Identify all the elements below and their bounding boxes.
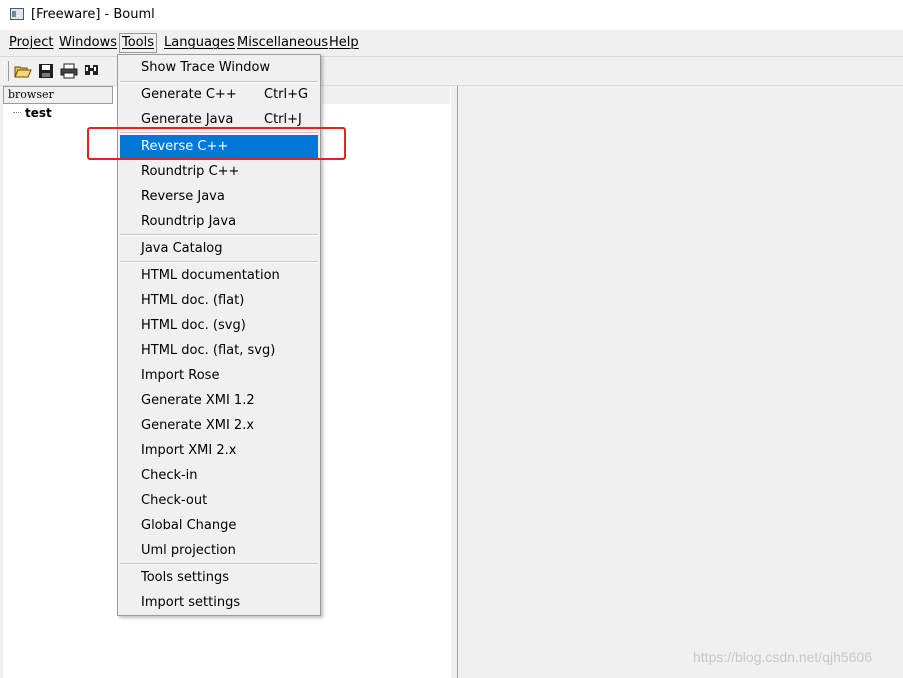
save-icon[interactable]	[37, 62, 55, 80]
menu-separator	[120, 234, 318, 236]
menu-item-label: Check-in	[141, 468, 198, 483]
print-icon[interactable]	[60, 62, 78, 80]
menu-item-check-out[interactable]: Check-out	[120, 489, 318, 513]
menu-miscellaneous[interactable]: Miscellaneous	[235, 34, 330, 52]
menu-project[interactable]: Project	[7, 34, 55, 52]
title-bar: [Freeware] - Bouml	[0, 0, 903, 30]
menu-item-label: Check-out	[141, 493, 208, 508]
menu-item-label: Roundtrip Java	[141, 214, 237, 229]
diagram-area[interactable]	[458, 86, 903, 678]
menu-item-html-doc-flat[interactable]: HTML doc. (flat)	[120, 289, 318, 313]
menu-tools[interactable]: Tools	[119, 33, 158, 53]
menu-item-import-settings[interactable]: Import settings	[120, 591, 318, 615]
menu-item-generate-xmi-12[interactable]: Generate XMI 1.2	[120, 389, 318, 413]
menu-item-label: Import Rose	[141, 368, 220, 383]
watermark-text: https://blog.csdn.net/qjh5606	[693, 649, 873, 665]
browser-header-filler	[322, 86, 450, 104]
menu-item-roundtrip-cpp[interactable]: Roundtrip C++	[120, 160, 318, 184]
tree-connector	[13, 112, 21, 113]
menu-item-label: Import XMI 2.x	[141, 443, 237, 458]
menu-item-label: Roundtrip C++	[141, 164, 240, 179]
menu-item-html-doc-flat-svg[interactable]: HTML doc. (flat, svg)	[120, 339, 318, 363]
toolbar-grip[interactable]	[4, 61, 9, 81]
menu-item-generate-xmi-2x[interactable]: Generate XMI 2.x	[120, 414, 318, 438]
menu-item-generate-cpp[interactable]: Generate C++ Ctrl+G	[120, 83, 318, 107]
menu-item-roundtrip-java[interactable]: Roundtrip Java	[120, 210, 318, 234]
menu-item-label: Generate Java	[141, 112, 234, 127]
annotation-highlight-box	[87, 127, 346, 160]
menu-item-label: Show Trace Window	[141, 60, 271, 75]
menu-item-label: HTML documentation	[141, 268, 280, 283]
menu-item-label: Import settings	[141, 595, 241, 610]
menu-item-label: Global Change	[141, 518, 237, 533]
menu-separator	[120, 261, 318, 263]
menu-item-label: Uml projection	[141, 543, 236, 558]
menu-item-label: Reverse Java	[141, 189, 225, 204]
tree-root-label: test	[25, 106, 52, 120]
menu-item-import-xmi-2x[interactable]: Import XMI 2.x	[120, 439, 318, 463]
menu-item-label: HTML doc. (flat, svg)	[141, 343, 276, 358]
menu-item-check-in[interactable]: Check-in	[120, 464, 318, 488]
menu-item-global-change[interactable]: Global Change	[120, 514, 318, 538]
menu-item-tools-settings[interactable]: Tools settings	[120, 566, 318, 590]
menu-item-show-trace-window[interactable]: Show Trace Window	[120, 56, 318, 80]
menu-item-label: Java Catalog	[141, 241, 223, 256]
menu-item-shortcut: Ctrl+G	[264, 87, 309, 102]
menu-item-uml-projection[interactable]: Uml projection	[120, 539, 318, 563]
browser-header[interactable]: browser	[3, 86, 113, 104]
find-icon[interactable]	[83, 62, 101, 80]
menu-separator	[120, 563, 318, 565]
menu-item-label: HTML doc. (svg)	[141, 318, 246, 333]
menu-item-label: Generate XMI 2.x	[141, 418, 255, 433]
open-folder-icon[interactable]	[14, 62, 32, 80]
menu-item-label: HTML doc. (flat)	[141, 293, 245, 308]
app-window-icon	[10, 8, 24, 20]
menu-item-java-catalog[interactable]: Java Catalog	[120, 237, 318, 261]
menu-item-html-doc-svg[interactable]: HTML doc. (svg)	[120, 314, 318, 338]
menu-item-reverse-java[interactable]: Reverse Java	[120, 185, 318, 209]
menu-item-label: Generate C++	[141, 87, 237, 102]
menu-item-label: Generate XMI 1.2	[141, 393, 255, 408]
menu-bar: Project Windows Tools Languages Miscella…	[0, 30, 903, 57]
menu-languages[interactable]: Languages	[162, 34, 237, 52]
menu-windows[interactable]: Windows	[57, 34, 119, 52]
pane-splitter[interactable]	[450, 86, 458, 678]
menu-item-label: Tools settings	[141, 570, 229, 585]
window-title: [Freeware] - Bouml	[31, 7, 155, 22]
menu-item-import-rose[interactable]: Import Rose	[120, 364, 318, 388]
menu-item-html-documentation[interactable]: HTML documentation	[120, 264, 318, 288]
menu-help[interactable]: Help	[327, 34, 361, 52]
